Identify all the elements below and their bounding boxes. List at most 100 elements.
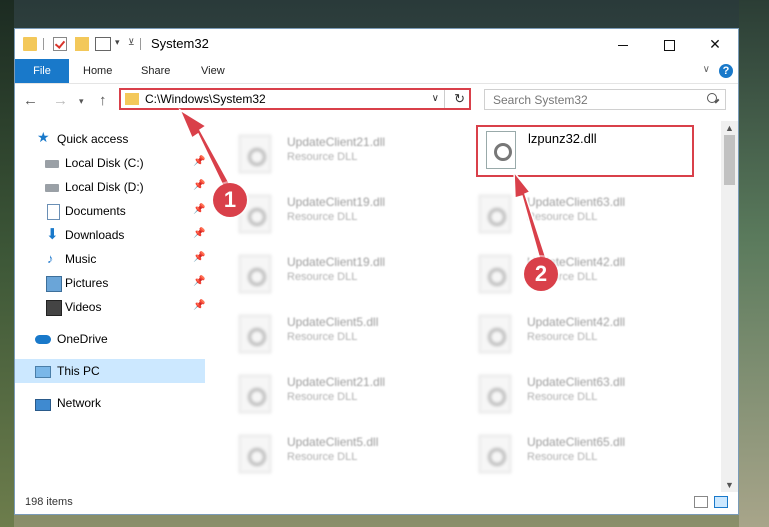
list-item[interactable]: UpdateClient5.dll Resource DLL	[229, 309, 459, 359]
up-arrow-icon[interactable]: ↑	[99, 92, 107, 109]
back-arrow-icon[interactable]: ←	[23, 92, 38, 109]
sidebar-item-local-disk-c[interactable]: Local Disk (C:) 📌	[15, 151, 205, 175]
sidebar-item-label: Quick access	[57, 132, 129, 146]
drive-icon	[45, 184, 59, 192]
file-name: UpdateClient63.dll	[527, 195, 626, 209]
tab-file[interactable]: File	[15, 59, 69, 83]
list-item[interactable]: UpdateClient42.dll Resource DLL	[469, 249, 699, 299]
list-item[interactable]: UpdateClient42.dll Resource DLL	[469, 309, 699, 359]
file-type: Resource DLL	[527, 451, 598, 463]
help-icon[interactable]: ?	[719, 64, 733, 78]
search-icon[interactable]	[707, 93, 717, 103]
sidebar-item-downloads[interactable]: ⬇ Downloads 📌	[15, 223, 205, 247]
file-type: Resource DLL	[287, 391, 358, 403]
new-folder-icon[interactable]	[75, 37, 89, 51]
properties-check-icon[interactable]	[53, 37, 67, 51]
scroll-down-icon[interactable]: ▼	[725, 480, 734, 490]
file-name: UpdateClient5.dll	[287, 315, 379, 329]
sidebar-item-videos[interactable]: Videos 📌	[15, 295, 205, 319]
list-item[interactable]: UpdateClient21.dll Resource DLL	[229, 369, 459, 419]
address-dropdown-icon[interactable]: ∨	[432, 93, 439, 104]
highlighted-file-item[interactable]: lzpunz32.dll	[476, 125, 694, 177]
recent-locations-chevron-icon[interactable]: ▾	[79, 96, 84, 107]
sidebar-item-onedrive[interactable]: OneDrive	[15, 327, 205, 351]
large-icons-view-icon[interactable]	[714, 496, 728, 508]
quick-access-properties-icon[interactable]	[95, 37, 111, 51]
list-item[interactable]: UpdateClient63.dll Resource DLL	[469, 369, 699, 419]
chevron-down-icon[interactable]: ▾	[115, 37, 120, 48]
minimize-button[interactable]	[600, 29, 646, 59]
sidebar-item-label: Local Disk (C:)	[65, 156, 144, 170]
tab-view[interactable]: View	[201, 59, 225, 83]
vertical-scrollbar[interactable]: ▲ ▼	[721, 121, 738, 492]
ribbon-tabs: File Home Share View ∨ ?	[15, 59, 738, 84]
sidebar-item-label: This PC	[57, 364, 100, 378]
list-item[interactable]: UpdateClient19.dll Resource DLL	[229, 249, 459, 299]
file-type: Resource DLL	[287, 451, 358, 463]
sidebar-item-label: Documents	[65, 204, 126, 218]
network-icon	[35, 399, 51, 411]
sidebar-item-label: Videos	[65, 300, 102, 314]
file-type: Resource DLL	[287, 151, 358, 163]
desktop-background-right	[739, 0, 769, 527]
pin-icon[interactable]: 📌	[193, 228, 205, 239]
details-view-icon[interactable]	[694, 496, 708, 508]
dll-file-icon	[479, 435, 511, 473]
star-icon: ★	[37, 129, 50, 145]
list-item[interactable]: UpdateClient65.dll Resource DLL	[469, 429, 699, 479]
file-name: UpdateClient65.dll	[527, 435, 626, 449]
list-item[interactable]: UpdateClient21.dll Resource DLL	[229, 129, 459, 179]
pin-icon[interactable]: 📌	[193, 300, 205, 311]
file-type: Resource DLL	[527, 211, 598, 223]
scroll-thumb[interactable]	[724, 135, 735, 185]
sidebar-item-pictures[interactable]: Pictures 📌	[15, 271, 205, 295]
minimize-icon	[618, 44, 628, 46]
separator	[444, 90, 445, 108]
documents-icon	[47, 204, 60, 220]
dll-file-icon	[479, 375, 511, 413]
address-path[interactable]: C:\Windows\System32	[145, 92, 266, 106]
file-name: UpdateClient19.dll	[287, 255, 386, 269]
close-button[interactable]: ✕	[692, 29, 738, 59]
tab-home[interactable]: Home	[83, 59, 112, 83]
pin-icon[interactable]: 📌	[193, 180, 205, 191]
folder-icon	[23, 37, 37, 51]
pin-icon[interactable]: 📌	[193, 156, 205, 167]
file-type: Resource DLL	[527, 391, 598, 403]
folder-icon	[125, 93, 139, 105]
pin-icon[interactable]: 📌	[193, 204, 205, 215]
sidebar-item-label: Pictures	[65, 276, 109, 290]
file-type: Resource DLL	[287, 271, 358, 283]
address-bar[interactable]: C:\Windows\System32 ∨ ↻	[119, 88, 471, 110]
expand-ribbon-icon[interactable]: ∨	[703, 64, 710, 75]
pin-icon[interactable]: 📌	[193, 252, 205, 263]
music-icon: ♪	[47, 251, 54, 266]
file-name: UpdateClient5.dll	[287, 435, 379, 449]
search-input[interactable]: Search System32	[484, 89, 726, 110]
file-list: UpdateClient21.dll Resource DLL UpdateCl…	[221, 121, 715, 492]
sidebar-item-this-pc[interactable]: This PC	[15, 359, 205, 383]
videos-icon	[46, 300, 62, 316]
sidebar-item-quick-access[interactable]: ★ Quick access	[15, 127, 205, 151]
sidebar-item-music[interactable]: ♪ Music 📌	[15, 247, 205, 271]
pin-icon[interactable]: 📌	[193, 276, 205, 287]
status-bar: 198 items	[15, 492, 738, 514]
tab-share[interactable]: Share	[141, 59, 170, 83]
list-item[interactable]: UpdateClient19.dll Resource DLL	[229, 189, 459, 239]
sidebar-item-documents[interactable]: Documents 📌	[15, 199, 205, 223]
list-item[interactable]: UpdateClient5.dll Resource DLL	[229, 429, 459, 479]
sidebar-item-local-disk-d[interactable]: Local Disk (D:) 📌	[15, 175, 205, 199]
drive-icon	[45, 160, 59, 168]
dll-file-icon	[479, 315, 511, 353]
customize-toolbar-icon[interactable]: ⊻	[128, 37, 135, 48]
refresh-icon[interactable]: ↻	[454, 91, 465, 107]
file-name: UpdateClient19.dll	[287, 195, 386, 209]
dll-file-icon	[239, 135, 271, 173]
list-item[interactable]: UpdateClient63.dll Resource DLL	[469, 189, 699, 239]
forward-arrow-icon[interactable]: →	[53, 92, 68, 109]
sidebar-item-network[interactable]: Network	[15, 391, 205, 415]
maximize-button[interactable]	[646, 29, 692, 59]
sidebar-item-label: Downloads	[65, 228, 125, 242]
dll-file-icon	[239, 315, 271, 353]
scroll-up-icon[interactable]: ▲	[725, 123, 734, 133]
